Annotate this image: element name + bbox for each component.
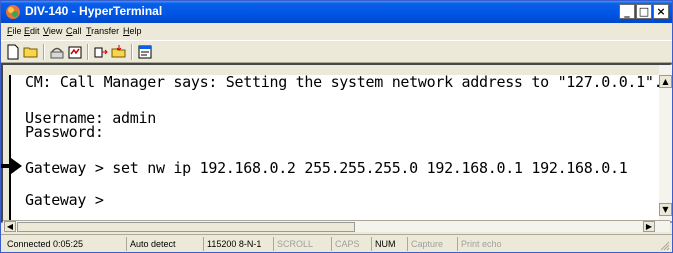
open-folder-icon[interactable]	[23, 44, 39, 60]
status-bar: Connected 0:05:25 Auto detect 115200 8-N…	[1, 234, 672, 252]
new-document-icon[interactable]	[5, 44, 21, 60]
minimize-button[interactable]: _	[619, 4, 635, 19]
terminal-line: Gateway > set nw ip 192.168.0.2 255.255.…	[25, 159, 628, 177]
status-num: NUM	[371, 237, 396, 251]
disconnect-icon[interactable]	[67, 44, 83, 60]
scroll-down-button[interactable]: ▼	[659, 203, 672, 216]
menu-call[interactable]: Call	[66, 26, 82, 36]
menu-file[interactable]: File	[7, 26, 22, 36]
maximize-button[interactable]: □	[636, 4, 652, 19]
vertical-scrollbar[interactable]: ▲ ▼	[659, 65, 672, 221]
terminal-line: Gateway >	[25, 191, 104, 209]
properties-icon[interactable]	[137, 44, 153, 60]
scroll-up-button[interactable]: ▲	[659, 75, 672, 88]
pointer-arrow-icon	[1, 158, 22, 174]
menu-edit[interactable]: Edit	[24, 26, 40, 36]
hyperterminal-window: DIV-140 - HyperTerminal _ □ × File Edit …	[0, 0, 673, 253]
status-settings: 115200 8-N-1	[203, 237, 261, 251]
toolbar-separator	[131, 44, 133, 60]
status-print-echo: Print echo	[457, 237, 502, 251]
toolbar-separator	[87, 44, 89, 60]
menu-transfer[interactable]: Transfer	[86, 26, 119, 36]
status-capture: Capture	[407, 237, 443, 251]
call-icon[interactable]	[49, 44, 65, 60]
window-title: DIV-140 - HyperTerminal	[25, 4, 163, 18]
horizontal-scrollbar[interactable]: ◀ ▶	[3, 220, 670, 232]
terminal-line: CM: Call Manager says: Setting the syste…	[25, 73, 663, 91]
status-detect: Auto detect	[126, 237, 176, 251]
send-file-icon[interactable]	[93, 44, 109, 60]
menu-view[interactable]: View	[43, 26, 62, 36]
status-caps: CAPS	[331, 237, 360, 251]
terminal-output[interactable]: CM: Call Manager says: Setting the syste…	[9, 73, 663, 221]
toolbar-separator	[43, 44, 45, 60]
menu-help[interactable]: Help	[123, 26, 142, 36]
horizontal-scroll-thumb[interactable]	[17, 222, 355, 232]
scroll-left-button[interactable]: ◀	[4, 221, 16, 232]
toolbar	[1, 40, 672, 63]
title-bar[interactable]: DIV-140 - HyperTerminal _ □ ×	[1, 1, 672, 23]
terminal-line: Password:	[25, 123, 104, 141]
receive-file-icon[interactable]	[111, 44, 127, 60]
resize-grip-icon[interactable]	[658, 239, 670, 251]
hyperterminal-icon	[6, 5, 20, 19]
close-button[interactable]: ×	[653, 4, 669, 19]
scroll-right-button[interactable]: ▶	[643, 221, 655, 232]
terminal-area[interactable]: CM: Call Manager says: Setting the syste…	[1, 63, 672, 223]
status-connected: Connected 0:05:25	[7, 239, 84, 249]
status-scroll: SCROLL	[273, 237, 313, 251]
menu-bar: File Edit View Call Transfer Help	[1, 23, 672, 40]
